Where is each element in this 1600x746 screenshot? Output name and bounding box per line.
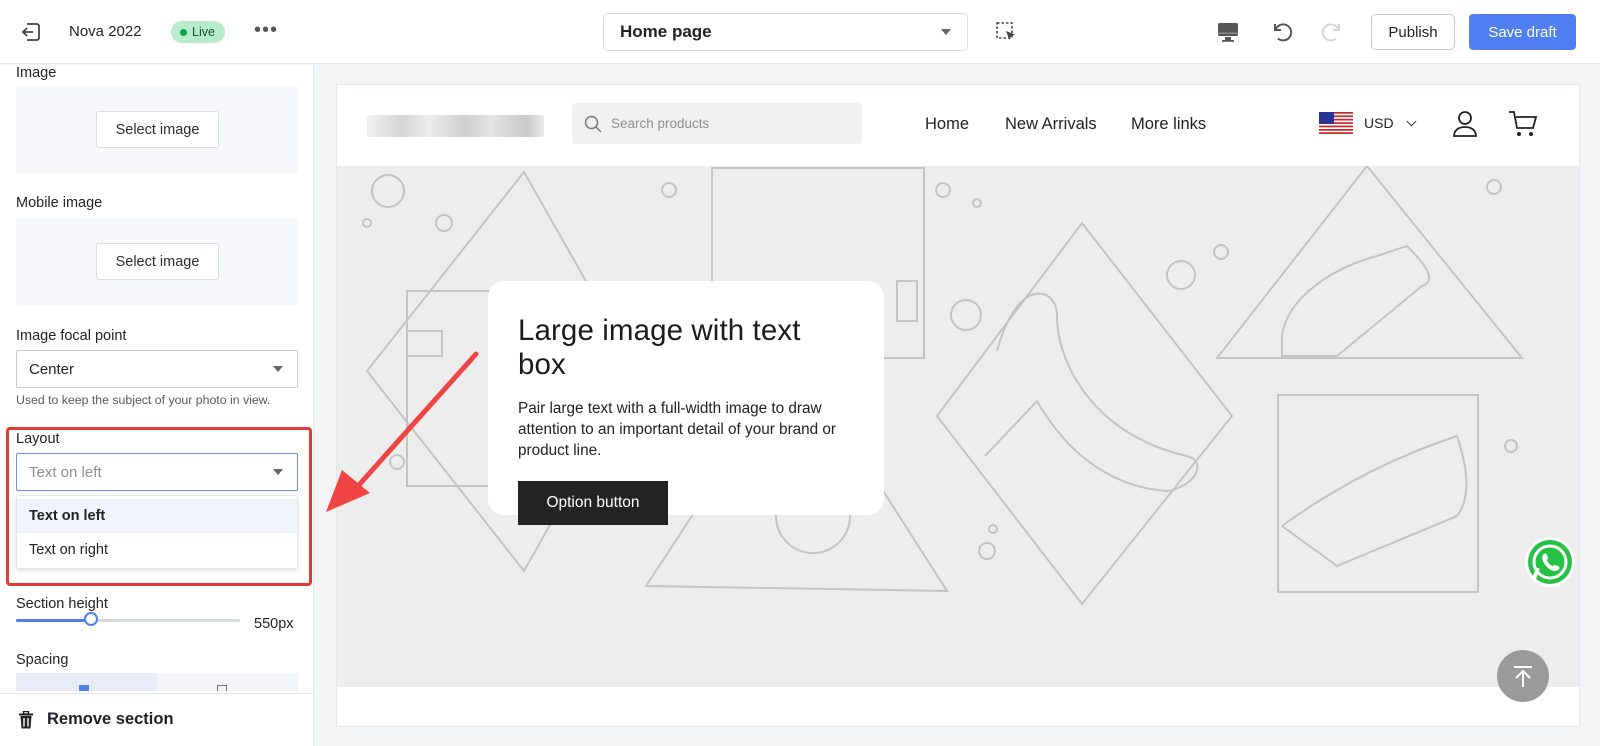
mobile-image-label: Mobile image [16,195,103,211]
layout-option-left[interactable]: Text on left [17,499,297,533]
section-height-slider[interactable] [16,619,240,622]
layout-placeholder: Text on left [29,463,102,481]
focal-point-select[interactable]: Center [16,350,298,388]
mobile-image-picker: Select image [16,218,298,305]
currency-value: USD [1364,115,1394,131]
focal-point-label: Image focal point [16,328,127,344]
caret-down-icon [273,469,283,475]
live-dot-icon [180,28,187,36]
trash-icon [19,710,33,728]
select-image-button[interactable]: Select image [96,111,219,148]
page-selector-value: Home page [620,22,712,41]
slider-fill [16,619,90,622]
image-label: Image [16,65,57,81]
store-preview: Search products Home New Arrivals More l… [336,84,1580,727]
select-mobile-image-button[interactable]: Select image [96,243,219,280]
inspector-select-icon[interactable] [995,21,1017,43]
caret-down-icon [941,29,951,35]
layout-select[interactable]: Text on left [16,453,298,491]
whatsapp-icon[interactable] [1524,536,1576,588]
account-icon[interactable] [1451,110,1479,138]
status-badge: Live [171,21,225,43]
exit-icon[interactable] [20,21,42,43]
publish-button[interactable]: Publish [1371,14,1455,50]
page-selector[interactable]: Home page [603,13,968,51]
editor-topbar: Nova 2022 Live ••• Home page Publish Sav… [0,0,1600,64]
hero-option-button[interactable]: Option button [518,481,668,525]
focal-point-help: Used to keep the subject of your photo i… [16,393,271,407]
layout-label: Layout [16,431,60,447]
arrow-up-icon [1514,666,1532,687]
save-draft-button[interactable]: Save draft [1469,14,1576,50]
spacing-label: Spacing [16,652,69,668]
hero-text-box: Large image with text box Pair large tex… [488,281,884,525]
more-options-icon[interactable]: ••• [254,20,278,44]
store-name: Nova 2022 [69,23,142,40]
search-placeholder: Search products [611,116,710,131]
back-to-top-button[interactable] [1497,650,1549,702]
nav-more-links[interactable]: More links [1131,115,1206,134]
caret-down-icon [273,366,283,372]
focal-point-value: Center [29,360,75,378]
us-flag-icon[interactable] [1319,112,1353,134]
hero-text: Pair large text with a full-width image … [518,400,837,459]
sidebar-footer: Remove section [0,693,313,746]
search-box[interactable]: Search products [572,103,862,144]
cart-icon[interactable] [1508,110,1538,138]
status-text: Live [192,25,215,39]
search-icon [584,115,602,133]
nav-home[interactable]: Home [925,115,969,134]
slider-handle[interactable] [84,612,98,626]
section-height-value: 550px [254,616,294,632]
undo-icon[interactable] [1270,20,1294,44]
layout-option-right[interactable]: Text on right [17,533,297,567]
section-height-label: Section height [16,596,108,612]
currency-selector[interactable]: USD [1364,115,1417,131]
remove-section-label: Remove section [47,710,174,728]
layout-options: Text on left Text on right [16,495,298,569]
remove-section-button[interactable]: Remove section [18,710,174,729]
desktop-view-icon[interactable] [1216,20,1240,44]
chevron-down-icon [1406,116,1417,126]
image-picker: Select image [16,86,298,173]
spacing-tabs[interactable] [16,673,298,691]
store-logo[interactable] [367,115,544,137]
redo-icon[interactable] [1320,20,1344,44]
nav-new-arrivals[interactable]: New Arrivals [1005,115,1097,134]
spacing-indicator-icon [79,685,89,691]
settings-sidebar: Image Select image Mobile image Select i… [0,65,314,746]
spacing-indicator-icon [217,685,227,691]
hero-title: Large image with text box [518,314,801,381]
hero-image: Large image with text box Pair large tex… [337,166,1579,687]
